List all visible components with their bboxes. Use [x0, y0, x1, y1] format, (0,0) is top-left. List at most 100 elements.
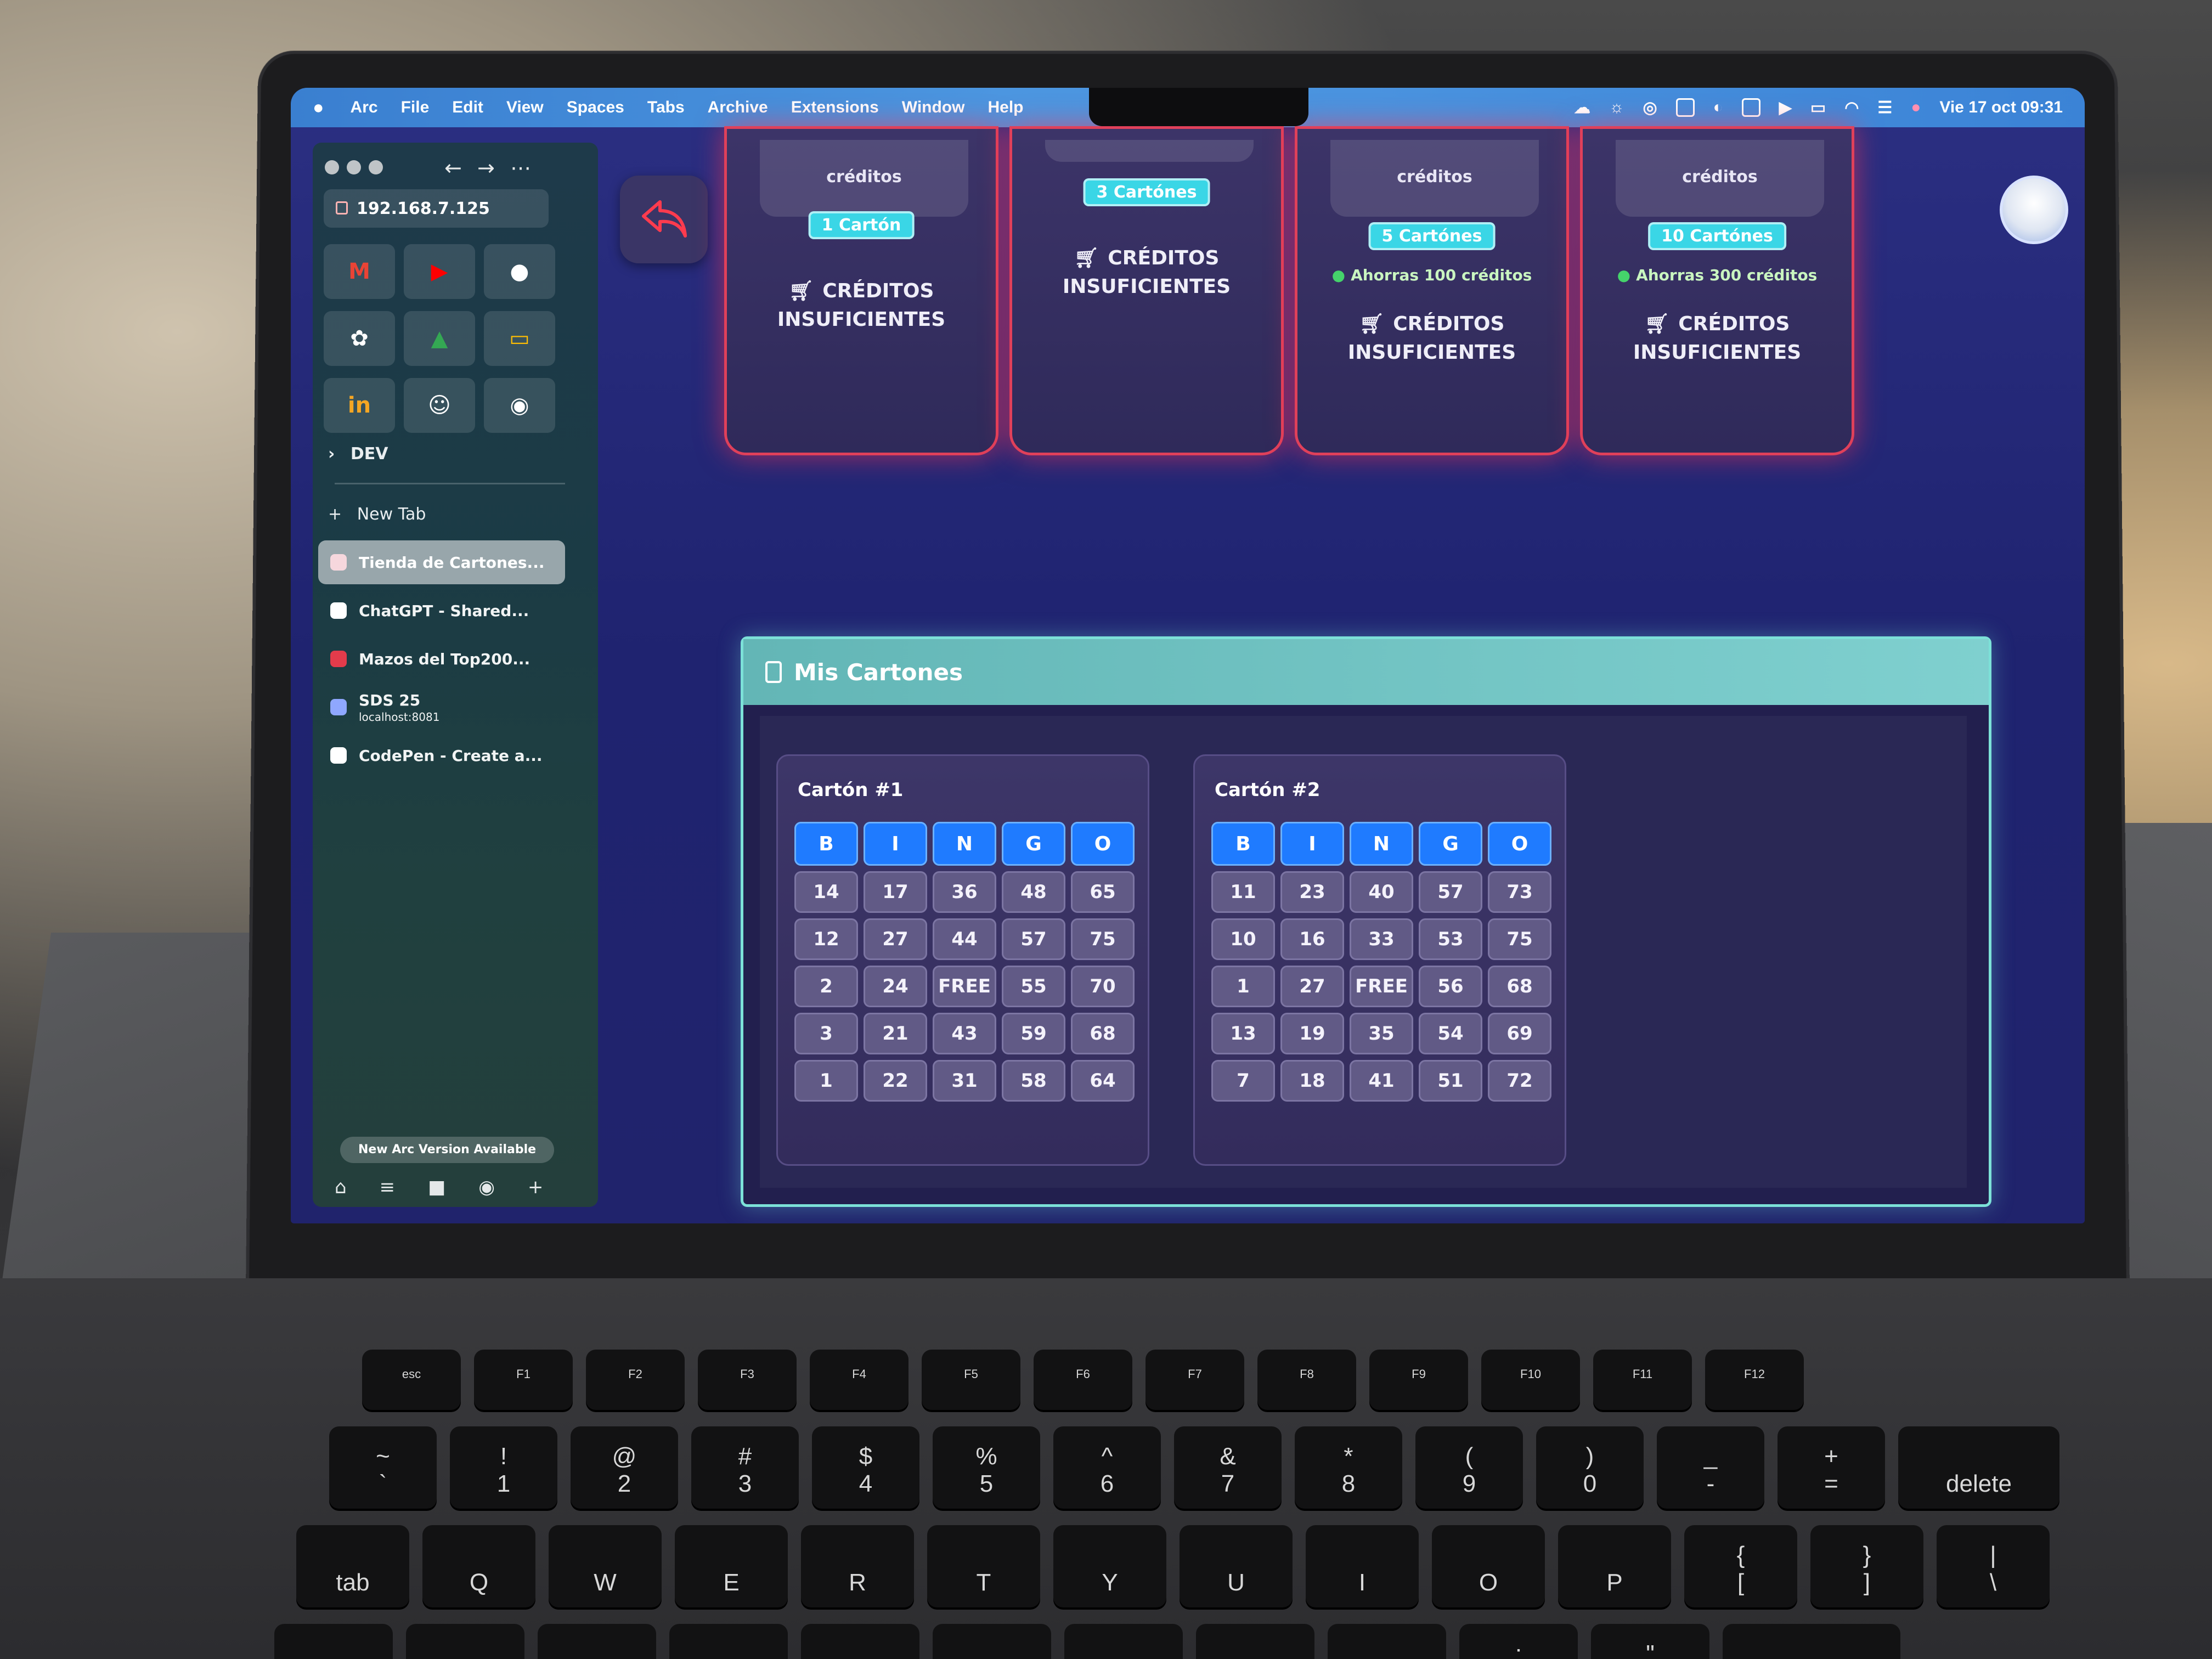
- bingo-number-cell[interactable]: 75: [1488, 918, 1551, 960]
- new-tab-button[interactable]: + New Tab: [328, 505, 426, 524]
- menu-tabs[interactable]: Tabs: [647, 98, 685, 117]
- minimize-window-button[interactable]: [347, 160, 361, 174]
- url-bar[interactable]: 192.168.7.125: [324, 189, 549, 228]
- bingo-number-cell[interactable]: 14: [794, 871, 858, 913]
- bingo-number-cell[interactable]: 70: [1071, 966, 1135, 1007]
- maximize-window-button[interactable]: [369, 160, 383, 174]
- favorite-copilot[interactable]: ☺: [404, 378, 475, 433]
- bingo-number-cell[interactable]: 54: [1419, 1013, 1482, 1054]
- add-space-icon[interactable]: +: [528, 1176, 544, 1198]
- favorite-github[interactable]: ●: [484, 244, 555, 299]
- bingo-number-cell[interactable]: 57: [1419, 871, 1482, 913]
- bingo-number-cell[interactable]: 35: [1350, 1013, 1413, 1054]
- menu-spaces[interactable]: Spaces: [567, 98, 624, 117]
- bingo-number-cell[interactable]: 31: [933, 1060, 996, 1102]
- bingo-number-cell[interactable]: 10: [1211, 918, 1275, 960]
- bingo-number-cell[interactable]: 56: [1419, 966, 1482, 1007]
- weather-icon[interactable]: ☁: [1574, 98, 1590, 117]
- bingo-number-cell[interactable]: 59: [1002, 1013, 1065, 1054]
- bingo-number-cell[interactable]: 23: [1280, 871, 1344, 913]
- bingo-number-cell[interactable]: 12: [794, 918, 858, 960]
- bingo-free-cell[interactable]: FREE: [1350, 966, 1413, 1007]
- menu-edit[interactable]: Edit: [452, 98, 483, 117]
- bingo-number-cell[interactable]: 40: [1350, 871, 1413, 913]
- bingo-number-cell[interactable]: 58: [1002, 1060, 1065, 1102]
- display-icon[interactable]: [1741, 98, 1760, 117]
- bingo-number-cell[interactable]: 7: [1211, 1060, 1275, 1102]
- close-window-button[interactable]: [325, 160, 339, 174]
- sidebar-tab[interactable]: Mazos del Top200...: [318, 637, 565, 681]
- bingo-number-cell[interactable]: 33: [1350, 918, 1413, 960]
- bingo-number-cell[interactable]: 75: [1071, 918, 1135, 960]
- menu-extensions[interactable]: Extensions: [791, 98, 879, 117]
- menubar-datetime[interactable]: Vie 17 oct 09:31: [1939, 98, 2063, 117]
- menu-archive[interactable]: Archive: [708, 98, 768, 117]
- more-options-icon[interactable]: ⋯: [510, 156, 531, 180]
- bingo-number-cell[interactable]: 1: [1211, 966, 1275, 1007]
- favorite-in-app[interactable]: in: [324, 378, 395, 433]
- favorite-google-drive[interactable]: ▲: [404, 311, 475, 366]
- bingo-number-cell[interactable]: 72: [1488, 1060, 1551, 1102]
- back-button[interactable]: [620, 176, 708, 263]
- bingo-number-cell[interactable]: 41: [1350, 1060, 1413, 1102]
- bingo-free-cell[interactable]: FREE: [933, 966, 996, 1007]
- bingo-number-cell[interactable]: 21: [864, 1013, 927, 1054]
- favorite-openai[interactable]: ✿: [324, 311, 395, 366]
- bingo-number-cell[interactable]: 18: [1280, 1060, 1344, 1102]
- menu-window[interactable]: Window: [902, 98, 965, 117]
- menu-view[interactable]: View: [506, 98, 544, 117]
- bingo-number-cell[interactable]: 65: [1071, 871, 1135, 913]
- bingo-number-cell[interactable]: 17: [864, 871, 927, 913]
- sidebar-tab[interactable]: SDS 25 localhost:8081: [318, 685, 565, 729]
- buy-pack-button[interactable]: 🛒︎ CRÉDITOS INSUFICIENTES: [1297, 310, 1566, 367]
- compass-icon[interactable]: ◐: [1713, 98, 1723, 117]
- bingo-number-cell[interactable]: 68: [1488, 966, 1551, 1007]
- bingo-number-cell[interactable]: 24: [864, 966, 927, 1007]
- sidebar-folder-dev[interactable]: › DEV: [328, 444, 388, 464]
- play-icon[interactable]: ▶: [1779, 98, 1792, 117]
- bingo-number-cell[interactable]: 51: [1419, 1060, 1482, 1102]
- favorite-gmail[interactable]: M: [324, 244, 395, 299]
- menu-arc[interactable]: Arc: [351, 98, 378, 117]
- wifi-icon[interactable]: ◠: [1844, 98, 1859, 117]
- bingo-number-cell[interactable]: 16: [1280, 918, 1344, 960]
- buy-pack-button[interactable]: 🛒︎ CRÉDITOS INSUFICIENTES: [727, 277, 996, 334]
- bingo-number-cell[interactable]: 3: [794, 1013, 858, 1054]
- back-arrow-icon[interactable]: ←: [444, 156, 462, 180]
- forward-arrow-icon[interactable]: →: [477, 156, 495, 180]
- favorite-google-slides[interactable]: ▭: [484, 311, 555, 366]
- menu-file[interactable]: File: [401, 98, 430, 117]
- favorite-youtube[interactable]: ▶: [404, 244, 475, 299]
- bingo-number-cell[interactable]: 22: [864, 1060, 927, 1102]
- notion-icon[interactable]: [1675, 98, 1695, 117]
- buy-pack-button[interactable]: 🛒︎ CRÉDITOS INSUFICIENTES: [1012, 244, 1281, 301]
- apple-icon[interactable]: ●: [313, 97, 324, 119]
- battery-icon[interactable]: ▭: [1810, 98, 1826, 117]
- bingo-number-cell[interactable]: 69: [1488, 1013, 1551, 1054]
- brightness-icon[interactable]: ☼: [1609, 98, 1624, 117]
- control-center-icon[interactable]: ☰: [1877, 98, 1892, 117]
- buy-pack-button[interactable]: 🛒︎ CRÉDITOS INSUFICIENTES: [1583, 310, 1852, 367]
- sidebar-tab[interactable]: ChatGPT - Shared...: [318, 589, 565, 633]
- space-icon[interactable]: ■: [428, 1176, 445, 1198]
- avatar[interactable]: [2000, 176, 2068, 244]
- bingo-number-cell[interactable]: 53: [1419, 918, 1482, 960]
- focus-icon[interactable]: ◎: [1643, 98, 1657, 117]
- bingo-number-cell[interactable]: 64: [1071, 1060, 1135, 1102]
- bingo-number-cell[interactable]: 1: [794, 1060, 858, 1102]
- profile-icon[interactable]: ◉: [478, 1176, 495, 1198]
- bingo-number-cell[interactable]: 44: [933, 918, 996, 960]
- favorite-chrome[interactable]: ◉: [484, 378, 555, 433]
- bingo-number-cell[interactable]: 36: [933, 871, 996, 913]
- bingo-number-cell[interactable]: 19: [1280, 1013, 1344, 1054]
- bingo-number-cell[interactable]: 2: [794, 966, 858, 1007]
- bingo-number-cell[interactable]: 43: [933, 1013, 996, 1054]
- bingo-number-cell[interactable]: 27: [864, 918, 927, 960]
- sidebar-tab[interactable]: Tienda de Cartones...: [318, 540, 565, 584]
- bingo-number-cell[interactable]: 57: [1002, 918, 1065, 960]
- bingo-number-cell[interactable]: 55: [1002, 966, 1065, 1007]
- bingo-number-cell[interactable]: 73: [1488, 871, 1551, 913]
- bingo-number-cell[interactable]: 13: [1211, 1013, 1275, 1054]
- bingo-number-cell[interactable]: 27: [1280, 966, 1344, 1007]
- bingo-number-cell[interactable]: 48: [1002, 871, 1065, 913]
